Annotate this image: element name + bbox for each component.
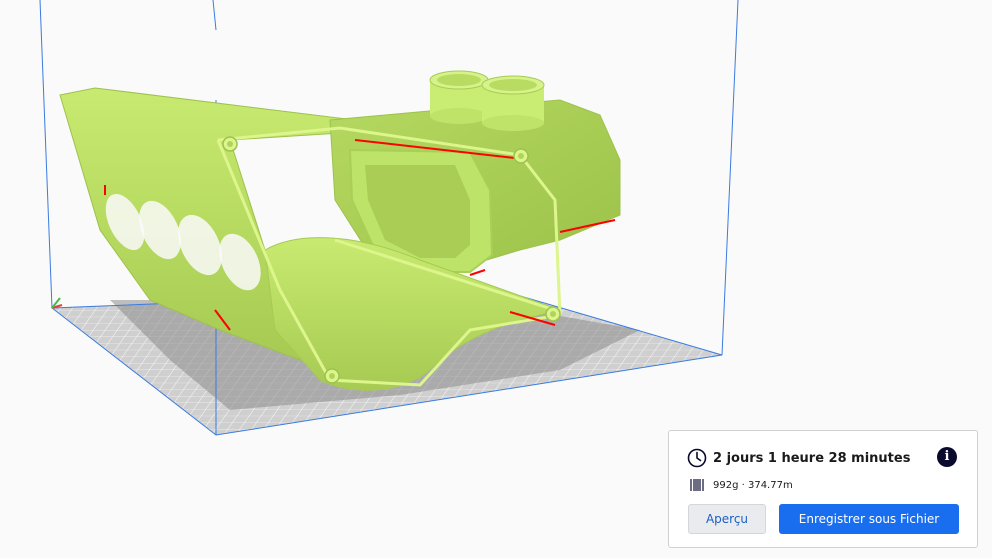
info-icon[interactable]: i (937, 447, 957, 467)
save-to-file-button[interactable]: Enregistrer sous Fichier (779, 504, 959, 534)
material-estimate: 992g · 374.77m (713, 479, 793, 491)
print-info-panel: 2 jours 1 heure 28 minutes i 992g · 374.… (668, 430, 978, 548)
tube-connectors (429, 70, 545, 131)
material-row: 992g · 374.77m (689, 477, 793, 493)
preview-button[interactable]: Aperçu (688, 504, 766, 534)
print-time-row: 2 jours 1 heure 28 minutes (687, 447, 910, 469)
print-time-estimate: 2 jours 1 heure 28 minutes (713, 450, 911, 466)
spool-icon (690, 479, 704, 491)
clock-icon (687, 448, 707, 468)
